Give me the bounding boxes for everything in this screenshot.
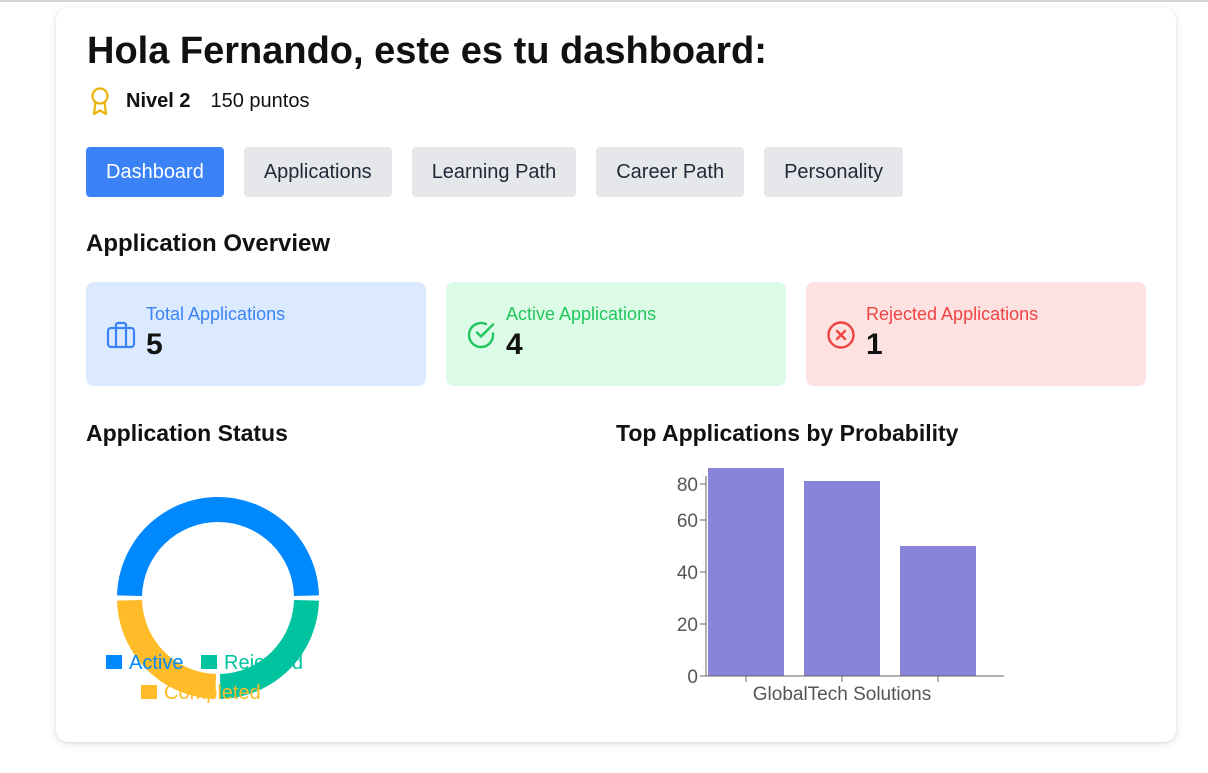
total-applications-value: 5	[146, 328, 163, 361]
legend-label-active: Active	[129, 652, 183, 674]
bar[interactable]	[804, 481, 880, 676]
probability-bar-chart: 0 20 40 60 80 GlobalTech Solutions	[677, 468, 1004, 705]
y-tick-label: 40	[677, 563, 698, 584]
briefcase-icon	[106, 321, 136, 349]
tab-dashboard[interactable]: Dashboard	[86, 147, 224, 197]
y-tick-label: 80	[677, 475, 698, 496]
y-tick-label: 20	[677, 615, 698, 636]
award-icon	[91, 87, 109, 116]
active-applications-value: 4	[506, 328, 523, 361]
legend-label-completed: Completed	[164, 682, 261, 704]
tab-career-path[interactable]: Career Path	[596, 147, 745, 197]
dashboard-card: Hola Fernando, este es tu dashboard: Niv…	[56, 8, 1176, 742]
rejected-applications-card: Rejected Applications 1	[806, 282, 1146, 386]
tab-applications[interactable]: Applications	[243, 147, 392, 197]
total-applications-card: Total Applications 5	[86, 282, 426, 386]
y-tick-label: 0	[687, 667, 698, 688]
y-tick-label: 60	[677, 511, 698, 532]
legend-label-rejected: Rejected	[224, 652, 303, 674]
check-circle-icon	[467, 321, 495, 349]
legend-swatch-rejected	[201, 655, 217, 669]
active-applications-card: Active Applications 4	[446, 282, 786, 386]
page-title: Hola Fernando, este es tu dashboard:	[87, 30, 767, 72]
legend-swatch-completed	[141, 685, 157, 699]
status-donut-chart: Active Rejected Completed	[106, 497, 319, 704]
points-label: 150 puntos	[210, 89, 310, 112]
overview-title: Application Overview	[86, 230, 331, 257]
top-border	[0, 0, 1208, 2]
level-label: Nivel 2	[126, 89, 191, 112]
legend-swatch-active	[106, 655, 122, 669]
tab-learning-path[interactable]: Learning Path	[411, 147, 577, 197]
active-applications-label: Active Applications	[506, 304, 657, 324]
level-info: Nivel 2 150 puntos	[88, 86, 309, 116]
rejected-applications-value: 1	[866, 328, 883, 361]
tab-personality[interactable]: Personality	[764, 147, 904, 197]
status-chart-title: Application Status	[86, 420, 288, 446]
bar[interactable]	[708, 468, 784, 676]
x-circle-icon	[827, 321, 855, 349]
x-tick-label: GlobalTech Solutions	[753, 684, 932, 705]
bar[interactable]	[900, 546, 976, 676]
tab-bar: Dashboard Applications Learning Path Car…	[86, 147, 923, 197]
rejected-applications-label: Rejected Applications	[866, 304, 1039, 324]
probability-chart-title: Top Applications by Probability	[616, 420, 959, 446]
donut-slice-active[interactable]	[117, 497, 319, 597]
total-applications-label: Total Applications	[146, 304, 286, 324]
